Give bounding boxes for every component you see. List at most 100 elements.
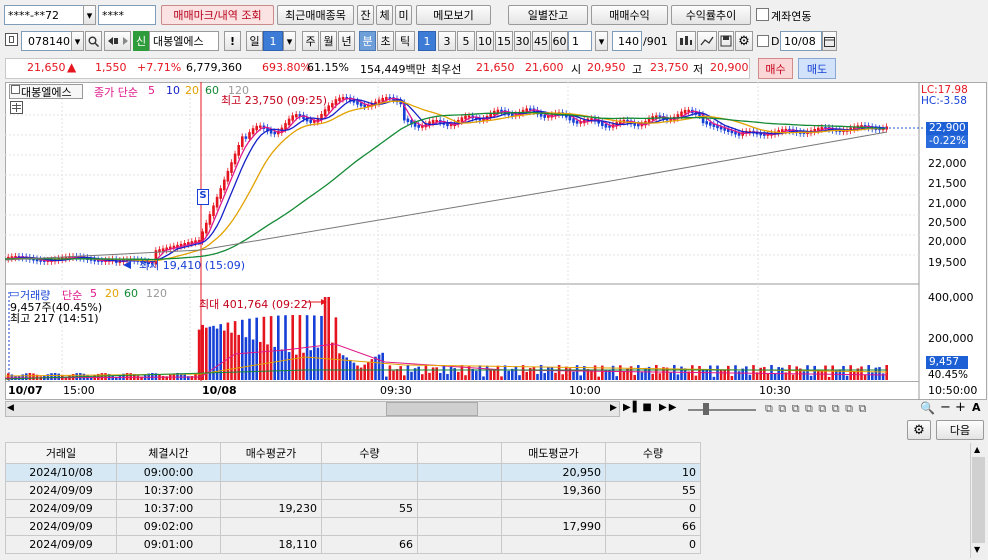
interval-button-60[interactable]: 60: [551, 31, 568, 51]
volume-bar: [507, 370, 510, 380]
stock-name-field[interactable]: 대봉엘에스: [149, 31, 219, 51]
scroll-right-icon[interactable]: ▶: [610, 403, 617, 413]
period-second-button[interactable]: 초: [377, 31, 394, 51]
font-size-icon[interactable]: A: [972, 401, 981, 414]
chart-tool-button[interactable]: [676, 31, 696, 51]
volume-bar: [262, 316, 266, 380]
zoom-in-icon[interactable]: +: [955, 400, 966, 415]
interval-input[interactable]: 1: [568, 31, 592, 51]
account-number-field[interactable]: ****-**72: [4, 5, 84, 25]
date-checkbox[interactable]: [757, 35, 769, 47]
interval-dropdown-button[interactable]: ▾: [595, 31, 608, 51]
interval-button-10[interactable]: 10: [476, 31, 494, 51]
x-label-date1: 10/07: [8, 384, 43, 397]
next-page-button[interactable]: 다음: [936, 420, 984, 440]
prev-next-stock-button[interactable]: [104, 31, 131, 51]
x-label-current-time: 10:50:00: [928, 384, 978, 397]
table-row[interactable]: 2024/09/09 10:37:00 19,230 55 0: [5, 499, 701, 518]
sell-button[interactable]: 매도: [798, 58, 836, 79]
balance-button[interactable]: 잔: [357, 5, 374, 25]
search-button[interactable]: [85, 31, 102, 51]
volume-bar: [885, 365, 888, 380]
zoom-slider-track[interactable]: [688, 409, 756, 411]
chart-scrollbar[interactable]: [5, 401, 620, 417]
candle-body: [302, 114, 305, 119]
table-view-icon[interactable]: [10, 101, 23, 114]
price-change: 1,550: [95, 61, 127, 74]
zoom-slider-thumb[interactable]: [703, 403, 709, 415]
calendar-button[interactable]: [822, 31, 837, 51]
daily-balance-button[interactable]: 일별잔고: [508, 5, 588, 25]
account-dropdown-button[interactable]: ▾: [83, 5, 96, 25]
interval-button-15[interactable]: 15: [495, 31, 513, 51]
open-label: 시: [571, 63, 582, 76]
save-button[interactable]: [718, 31, 734, 51]
password-field[interactable]: ****: [98, 5, 156, 25]
drawing-tools-icons[interactable]: ⧉ ⧉ ⧉ ⧉ ⧉ ⧉ ⧉ ⧉: [765, 402, 867, 416]
window-icon[interactable]: [5, 33, 18, 46]
table-row[interactable]: 2024/09/09 09:02:00 17,990 66: [5, 517, 701, 536]
period-week-button[interactable]: 주: [302, 31, 319, 51]
volume-bar: [565, 366, 568, 380]
period-month-button[interactable]: 월: [320, 31, 337, 51]
line-tool-button[interactable]: [697, 31, 717, 51]
low-marker: 최저 19,410 (15:09): [139, 259, 246, 272]
table-settings-button[interactable]: ⚙: [907, 420, 931, 440]
table-scrollbar-thumb[interactable]: [972, 457, 985, 543]
zoom-out-icon[interactable]: −: [940, 400, 951, 415]
scrollbar-thumb[interactable]: [386, 402, 478, 416]
period-dropdown-button[interactable]: ▾: [283, 31, 296, 51]
interval-button-3[interactable]: 3: [438, 31, 456, 51]
playback-controls[interactable]: ▶▌■ ▶▶: [623, 402, 678, 413]
recent-trades-button[interactable]: 최근매매종목: [277, 5, 354, 25]
buy-button[interactable]: 매수: [758, 58, 793, 79]
header-trade-date: 거래일: [5, 442, 117, 464]
period-tick-button[interactable]: 틱: [395, 31, 415, 51]
table-scrollbar[interactable]: ▲ ▼: [970, 443, 986, 558]
period-year-button[interactable]: 년: [338, 31, 355, 51]
scroll-left-icon[interactable]: ◀: [7, 403, 14, 413]
table-row[interactable]: 2024/10/08 09:00:00 20,950 10: [5, 463, 701, 482]
volume-bar: [464, 375, 467, 380]
volume-bar: [770, 365, 773, 380]
account-link-checkbox[interactable]: [756, 8, 769, 21]
volume-bar: [424, 365, 428, 380]
save-icon: [720, 35, 732, 47]
code-dropdown-button[interactable]: ▾: [71, 31, 84, 51]
header-buy-qty: 수량: [321, 442, 418, 464]
filled-button[interactable]: 체: [376, 5, 393, 25]
price-volume-chart[interactable]: [5, 82, 988, 400]
memo-view-button[interactable]: 메모보기: [416, 5, 491, 25]
trade-mark-view-button[interactable]: 매매마크/내역 조회: [161, 5, 274, 25]
scroll-down-icon[interactable]: ▼: [974, 545, 980, 554]
interval-button-45[interactable]: 45: [532, 31, 550, 51]
profit-trend-button[interactable]: 수익률추이: [671, 5, 751, 25]
unfilled-button[interactable]: 미: [395, 5, 412, 25]
stock-code-field[interactable]: 078140: [21, 31, 72, 51]
stock-alert-button[interactable]: !: [224, 31, 241, 51]
table-cell: 18,110: [220, 535, 322, 554]
interval-button-5[interactable]: 5: [457, 31, 475, 51]
volume-bar: [633, 374, 636, 380]
interval-button-30[interactable]: 30: [514, 31, 531, 51]
volume-bar: [392, 370, 395, 380]
collapse-icon[interactable]: [11, 85, 20, 94]
period-minute-button[interactable]: 분: [359, 31, 376, 51]
candle-body: [683, 109, 687, 114]
volume-bar: [406, 365, 410, 380]
trade-profit-button[interactable]: 매매수익: [591, 5, 668, 25]
scroll-up-icon[interactable]: ▲: [974, 445, 980, 454]
date-field[interactable]: 10/08: [780, 31, 822, 51]
volume-bar: [352, 362, 356, 380]
table-row[interactable]: 2024/09/09 09:01:00 18,110 66 0: [5, 535, 701, 554]
settings-button[interactable]: ⚙: [735, 31, 753, 51]
candle-count-field[interactable]: 140: [612, 31, 642, 51]
zoom-search-icon[interactable]: 🔍: [920, 401, 935, 415]
candle-body: [680, 111, 683, 117]
period-day-button[interactable]: 일: [246, 31, 263, 51]
table-row[interactable]: 2024/09/09 10:37:00 19,360 55: [5, 481, 701, 500]
period-number-field[interactable]: 1: [263, 31, 283, 51]
chevron-down-icon: ▾: [74, 34, 81, 48]
interval-button-1[interactable]: 1: [418, 31, 436, 51]
table-cell: [501, 499, 606, 518]
